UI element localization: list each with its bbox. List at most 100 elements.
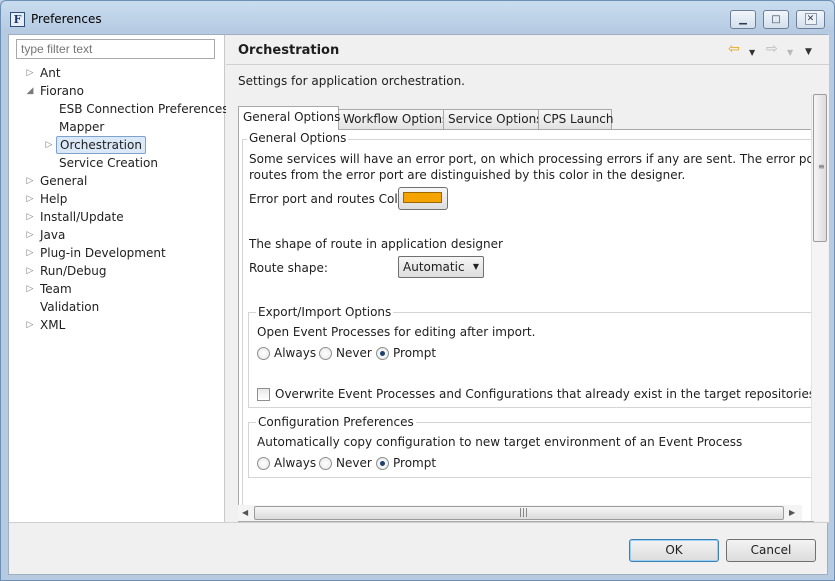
radio-copy-prompt[interactable]: Prompt xyxy=(376,455,436,471)
tab-service-options[interactable]: Service Options xyxy=(443,109,542,129)
overwrite-checkbox[interactable]: Overwrite Event Processes and Configurat… xyxy=(257,386,814,402)
ok-button[interactable]: OK xyxy=(629,539,719,562)
filter-input[interactable] xyxy=(16,39,215,59)
radio-open-prompt[interactable]: Prompt xyxy=(376,345,436,361)
expand-arrow-icon[interactable]: ▷ xyxy=(25,172,35,190)
error-port-description-2: routes from the error port are distingui… xyxy=(249,168,686,182)
page-header: Orchestration ⇦ ▼ ⇨ ▼ ▼ xyxy=(226,35,829,65)
preferences-window: F Preferences ▁ □ ✕ ▷ Ant ◢ Fiorano ESB … xyxy=(0,0,835,581)
vertical-scroll-thumb[interactable]: ≡ xyxy=(813,94,827,242)
tree-item-label[interactable]: Run/Debug xyxy=(37,262,110,280)
radio-circle[interactable] xyxy=(376,457,389,470)
vertical-scrollbar[interactable]: ≡ xyxy=(811,94,828,521)
error-color-label: Error port and routes Color: xyxy=(249,192,414,206)
expand-arrow-icon[interactable]: ▷ xyxy=(25,316,35,334)
route-shape-value: Automatic xyxy=(403,260,465,274)
radio-circle[interactable] xyxy=(257,457,270,470)
radio-copy-always[interactable]: Always xyxy=(257,455,316,471)
expand-arrow-icon[interactable]: ▷ xyxy=(25,262,35,280)
tree-item-label[interactable]: General xyxy=(37,172,90,190)
radio-label: Always xyxy=(274,346,317,360)
preference-page: Orchestration ⇦ ▼ ⇨ ▼ ▼ Settings for app… xyxy=(226,35,829,522)
back-arrow-icon[interactable]: ⇦ xyxy=(728,41,740,57)
forward-dropdown-icon[interactable]: ▼ xyxy=(787,45,793,61)
copy-config-question: Automatically copy configuration to new … xyxy=(257,435,743,449)
radio-label: Never xyxy=(336,346,372,360)
app-icon: F xyxy=(10,12,25,27)
error-color-button[interactable] xyxy=(398,187,448,210)
tree-item-label[interactable]: ESB Connection Preferences xyxy=(56,100,232,118)
horizontal-scrollbar[interactable]: ◀ ||| ▶ xyxy=(238,505,802,521)
expand-arrow-icon[interactable]: ▷ xyxy=(25,280,35,298)
tree-item-label[interactable]: Ant xyxy=(37,64,64,82)
general-options-legend: General Options xyxy=(247,131,349,145)
expand-arrow-icon[interactable]: ▷ xyxy=(25,64,35,82)
radio-copy-never[interactable]: Never xyxy=(319,455,372,471)
overwrite-label: Overwrite Event Processes and Configurat… xyxy=(275,387,814,401)
scroll-right-icon[interactable]: ▶ xyxy=(789,506,795,520)
maximize-icon: □ xyxy=(771,14,781,25)
page-description: Settings for application orchestration. xyxy=(238,74,465,88)
radio-circle[interactable] xyxy=(319,457,332,470)
forward-arrow-icon[interactable]: ⇨ xyxy=(766,41,778,57)
back-dropdown-icon[interactable]: ▼ xyxy=(749,45,755,61)
configuration-preferences-legend: Configuration Preferences xyxy=(256,415,416,429)
title-bar[interactable]: F Preferences ▁ □ ✕ xyxy=(1,1,834,35)
radio-circle[interactable] xyxy=(319,347,332,360)
radio-label: Prompt xyxy=(393,346,437,360)
close-icon: ✕ xyxy=(804,13,817,25)
radio-open-never[interactable]: Never xyxy=(319,345,372,361)
dialog-client-area: ▷ Ant ◢ Fiorano ESB Connection Preferenc… xyxy=(8,34,829,575)
button-bar-separator xyxy=(9,522,829,523)
general-options-panel: General Options Some services will have … xyxy=(238,129,814,522)
radio-open-always[interactable]: Always xyxy=(257,345,316,361)
tree-item-label[interactable]: Java xyxy=(37,226,68,244)
tree-item-label[interactable]: Mapper xyxy=(56,118,107,136)
tree-item-label[interactable]: Plug-in Development xyxy=(37,244,169,262)
maximize-button[interactable]: □ xyxy=(763,10,789,29)
expand-arrow-icon[interactable]: ▷ xyxy=(25,226,35,244)
tree-item-label[interactable]: Orchestration xyxy=(56,136,146,154)
chevron-down-icon: ▼ xyxy=(472,262,479,271)
minimize-icon: ▁ xyxy=(739,14,747,25)
tab-cps-launch[interactable]: CPS Launch xyxy=(538,109,614,129)
radio-circle[interactable] xyxy=(257,347,270,360)
error-port-description: Some services will have an error port, o… xyxy=(249,152,814,166)
checkbox-box[interactable] xyxy=(257,388,270,401)
open-processes-question: Open Event Processes for editing after i… xyxy=(257,325,536,339)
tree-item-label[interactable]: Service Creation xyxy=(56,154,161,172)
close-button[interactable]: ✕ xyxy=(796,10,825,29)
grip-icon: ||| xyxy=(519,508,529,518)
horizontal-scroll-thumb[interactable]: ||| xyxy=(254,506,784,520)
route-shape-select[interactable]: Automatic ▼ xyxy=(398,256,484,278)
tree-item-label[interactable]: Validation xyxy=(37,298,102,316)
radio-label: Never xyxy=(336,456,372,470)
page-title: Orchestration xyxy=(238,43,340,58)
route-shape-label: Route shape: xyxy=(249,261,328,275)
tree-item-label[interactable]: XML xyxy=(37,316,68,334)
scroll-left-icon[interactable]: ◀ xyxy=(242,506,248,520)
radio-circle[interactable] xyxy=(376,347,389,360)
expand-arrow-icon[interactable]: ▷ xyxy=(25,190,35,208)
expand-arrow-icon[interactable]: ▷ xyxy=(25,244,35,262)
minimize-button[interactable]: ▁ xyxy=(730,10,756,29)
tree-item-label[interactable]: Help xyxy=(37,190,70,208)
error-color-swatch xyxy=(403,192,442,203)
preference-tree-panel: ▷ Ant ◢ Fiorano ESB Connection Preferenc… xyxy=(9,35,229,522)
view-menu-icon[interactable]: ▼ xyxy=(805,44,812,60)
route-shape-description: The shape of route in application design… xyxy=(249,237,503,251)
tab-general-options[interactable]: General Options xyxy=(238,106,340,130)
cancel-button[interactable]: Cancel xyxy=(726,539,816,562)
tree-item-label[interactable]: Fiorano xyxy=(37,82,87,100)
export-import-legend: Export/Import Options xyxy=(256,305,394,319)
expand-arrow-icon[interactable]: ▷ xyxy=(44,136,54,154)
tree-item-label[interactable]: Install/Update xyxy=(37,208,127,226)
collapse-arrow-icon[interactable]: ◢ xyxy=(25,82,35,100)
grip-icon: ≡ xyxy=(818,162,825,171)
window-title: Preferences xyxy=(31,12,102,26)
radio-label: Prompt xyxy=(393,456,437,470)
expand-arrow-icon[interactable]: ▷ xyxy=(25,208,35,226)
tab-workflow-options[interactable]: Workflow Options xyxy=(338,109,448,129)
radio-label: Always xyxy=(274,456,317,470)
tree-item-label[interactable]: Team xyxy=(37,280,75,298)
